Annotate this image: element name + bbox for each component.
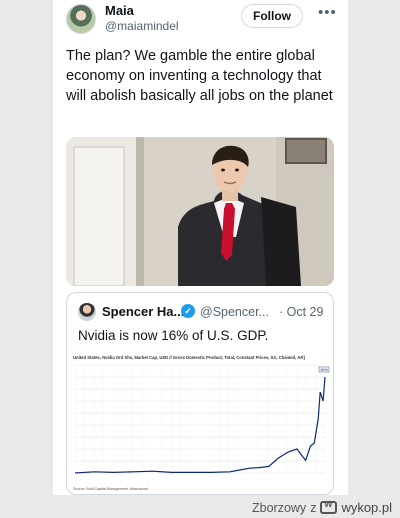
author-handle[interactable]: @maiamindel (105, 19, 179, 33)
watermark-user: Zborzowy (252, 500, 307, 515)
author-avatar[interactable] (66, 4, 96, 34)
tweet-card: Maia @maiamindel Follow ••• The plan? We… (53, 0, 348, 495)
end-value-label-group: 16% (318, 366, 330, 373)
wykop-logo-icon (320, 499, 338, 514)
more-options-icon[interactable]: ••• (318, 4, 337, 21)
chart-title: United States, Nvidia Ord Shs, Market Ca… (73, 355, 305, 360)
tweet-text: The plan? We gamble the entire global ec… (66, 48, 333, 104)
quoted-tweet-text: Nvidia is now 16% of U.S. GDP. (78, 328, 269, 343)
quoted-author-handle[interactable]: @Spencer... (200, 305, 269, 319)
verified-badge-icon: ✓ (181, 304, 195, 318)
end-value-label: 16% (320, 367, 328, 372)
follow-button[interactable]: Follow (241, 4, 303, 28)
chart-grid (74, 364, 326, 474)
quoted-author-avatar[interactable] (78, 303, 96, 321)
quoted-author-name[interactable]: Spencer Ha... (102, 304, 184, 319)
quoted-tweet[interactable]: Spencer Ha... ✓ @Spencer... · Oct 29 Nvi… (66, 292, 334, 495)
watermark-site: wykop.pl (341, 500, 393, 515)
watermark: Zborzowy z wykop.pl (252, 499, 393, 515)
tweet-photo[interactable] (66, 137, 334, 286)
watermark-separator: z (310, 500, 317, 515)
quoted-tweet-date[interactable]: · Oct 29 (279, 305, 323, 319)
chart-source: Source: Bold Capital Management, Macrobo… (73, 487, 148, 491)
nvidia-gdp-chart: 16% (74, 364, 330, 474)
author-name[interactable]: Maia (105, 3, 134, 18)
